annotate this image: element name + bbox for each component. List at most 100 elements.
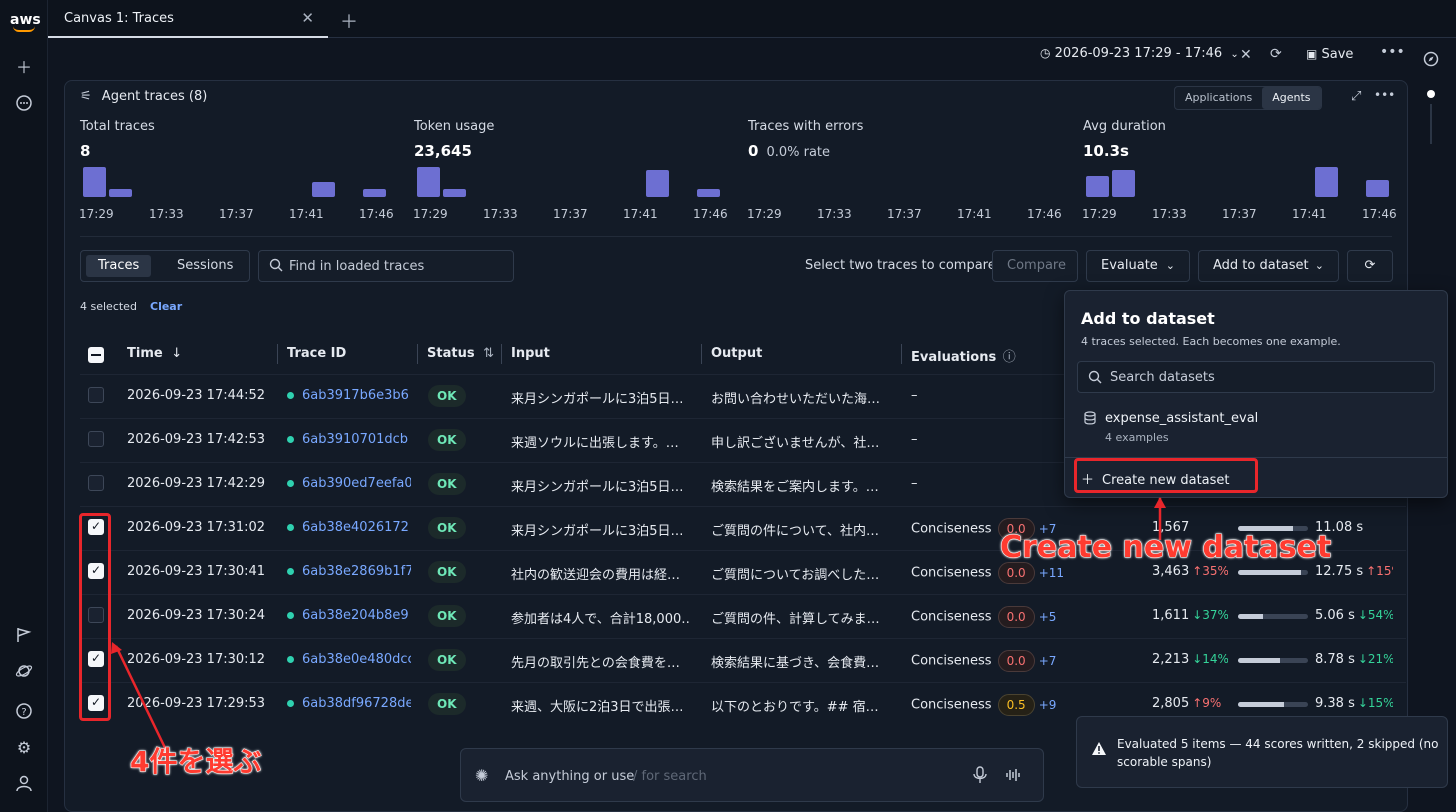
refresh-icon[interactable]: ⟳: [1270, 46, 1282, 62]
annotation-create-box: [1074, 458, 1258, 493]
axis-tick: 17:29: [413, 207, 448, 221]
svg-text:?: ?: [21, 707, 26, 718]
select-all-checkbox[interactable]: [88, 347, 104, 363]
search-placeholder: Find in loaded traces: [289, 259, 425, 274]
row-trace-id[interactable]: 6ab38e2869b1f7: [287, 564, 411, 579]
row-output: 申し訳ございませんが、社…: [711, 436, 880, 451]
plus-icon[interactable]: ＋: [14, 58, 34, 78]
row-input: 来月シンガポールに3泊5日…: [511, 392, 684, 407]
divider: [80, 236, 1392, 237]
axis-tick: 17:46: [359, 207, 394, 221]
aws-logo[interactable]: aws: [10, 12, 41, 34]
table-row[interactable]: 2026-09-23 17:30:24 6ab38e204b8e9 OK 参加者は4人…: [80, 594, 1406, 638]
ask-bar[interactable]: ✺ Ask anything or use / for search: [460, 748, 1044, 802]
stat-label: Avg duration: [1083, 119, 1166, 134]
sparkline-bar: [83, 167, 106, 197]
refresh-table-button[interactable]: ⟳: [1347, 250, 1393, 282]
trace-search-input[interactable]: Find in loaded traces: [258, 250, 514, 282]
header-time[interactable]: Time ↓: [127, 346, 182, 361]
add-to-dataset-button[interactable]: Add to dataset ⌄: [1198, 250, 1339, 282]
expand-icon[interactable]: ⤢: [1351, 89, 1361, 104]
evaluate-button[interactable]: Evaluate ⌄: [1086, 250, 1190, 282]
help-icon[interactable]: ?: [14, 702, 34, 722]
row-trace-id[interactable]: 6ab38e204b8e9: [287, 608, 411, 623]
status-dot: [287, 656, 294, 663]
clear-selection-link[interactable]: Clear: [150, 300, 182, 313]
row-trace-id[interactable]: 6ab3910701dcb: [287, 432, 411, 447]
selected-count: 4 selected: [80, 300, 137, 313]
more-scores-link: +7: [1038, 653, 1057, 668]
tab-sessions[interactable]: Sessions: [165, 255, 245, 277]
duration-delta: ↓15%: [1357, 696, 1393, 710]
save-label: Save: [1321, 47, 1354, 62]
sparkline-bar: [417, 167, 440, 197]
header-input[interactable]: Input: [511, 346, 550, 361]
view-agents[interactable]: Agents: [1262, 87, 1321, 109]
clock-icon: ◷: [1040, 46, 1051, 60]
close-icon[interactable]: ✕: [301, 9, 314, 27]
row-trace-id[interactable]: 6ab390ed7eefa0: [287, 476, 411, 491]
ask-hint: / for search: [633, 769, 707, 784]
panel-title: Agent traces (8): [101, 89, 208, 104]
settings-icon[interactable]: ⚙: [14, 738, 34, 758]
header-output[interactable]: Output: [711, 346, 762, 361]
compass-icon[interactable]: [1423, 51, 1439, 71]
annotation-create-text: Create new dataset: [999, 530, 1332, 566]
stat-label: Token usage: [414, 119, 495, 134]
axis-tick: 17:33: [1152, 207, 1187, 221]
header-evaluations[interactable]: Evaluations ⓘ: [911, 346, 1016, 365]
stat-label: Total traces: [80, 119, 155, 134]
token-delta: ↑35%: [1192, 564, 1228, 578]
row-trace-id[interactable]: 6ab38e0e480dcc: [287, 652, 411, 667]
stat-value: 0 0.0% rate: [748, 142, 831, 160]
more-icon[interactable]: •••: [1380, 44, 1405, 60]
table-row[interactable]: 2026-09-23 17:30:126ab38e0e480dccOK先月の取引…: [80, 638, 1406, 682]
planet-icon[interactable]: [14, 662, 34, 682]
compare-button[interactable]: Compare: [992, 250, 1078, 282]
row-checkbox[interactable]: [88, 431, 104, 447]
tab-traces[interactable]: Traces: [86, 255, 152, 277]
dataset-search-input[interactable]: Search datasets: [1077, 361, 1435, 393]
row-trace-id[interactable]: 6ab38df96728de: [287, 696, 411, 711]
column-separator: [701, 344, 702, 364]
row-duration: 9.38 s ↓15%: [1315, 696, 1393, 711]
clear-range-icon[interactable]: ✕: [1240, 47, 1252, 63]
user-icon[interactable]: [14, 774, 34, 794]
new-tab-icon[interactable]: ＋: [340, 8, 358, 34]
view-applications[interactable]: Applications: [1175, 87, 1262, 109]
scroll-indicator[interactable]: [1427, 90, 1435, 98]
chat-icon[interactable]: [14, 94, 34, 114]
time-range-picker[interactable]: ◷ 2026-09-23 17:29 - 17:46 ⌄: [1040, 46, 1239, 66]
assistant-icon: ✺: [475, 766, 489, 785]
toast-message: Evaluated 5 items — 44 scores written, 2…: [1117, 737, 1439, 769]
axis-tick: 17:29: [1082, 207, 1117, 221]
sparkline-bar: [1086, 176, 1109, 197]
chevron-down-icon: ⌄: [1165, 259, 1175, 272]
axis-tick: 17:33: [483, 207, 518, 221]
status-dot: [287, 524, 294, 531]
dataset-option[interactable]: expense_assistant_eval 4 examples: [1077, 403, 1435, 449]
panel-more-icon[interactable]: •••: [1374, 88, 1395, 102]
header-status[interactable]: Status ⇅: [427, 346, 494, 361]
tab-canvas-1[interactable]: Canvas 1: Traces ✕: [48, 0, 328, 38]
row-checkbox[interactable]: [88, 475, 104, 491]
status-badge: OK: [428, 649, 466, 671]
more-scores-link: +9: [1038, 697, 1057, 712]
voice-wave-icon[interactable]: [1005, 767, 1021, 787]
save-button[interactable]: ▣ Save: [1306, 47, 1353, 62]
dataset-count: 4 examples: [1105, 431, 1169, 444]
header-trace-id[interactable]: Trace ID: [287, 346, 346, 361]
token-delta: ↓14%: [1192, 652, 1228, 666]
axis-tick: 17:37: [1222, 207, 1257, 221]
annotation-select-box: [79, 513, 111, 721]
search-icon: [1088, 370, 1102, 388]
axis-tick: 17:46: [693, 207, 728, 221]
duration-delta: ↓54%: [1357, 608, 1393, 622]
microphone-icon[interactable]: [973, 766, 987, 788]
row-trace-id[interactable]: 6ab38e4026172: [287, 520, 411, 535]
status-dot: [287, 436, 294, 443]
view-toggle: Applications Agents: [1174, 86, 1322, 110]
row-checkbox[interactable]: [88, 387, 104, 403]
flag-icon[interactable]: [14, 626, 34, 646]
row-trace-id[interactable]: 6ab3917b6e3b6: [287, 388, 411, 403]
